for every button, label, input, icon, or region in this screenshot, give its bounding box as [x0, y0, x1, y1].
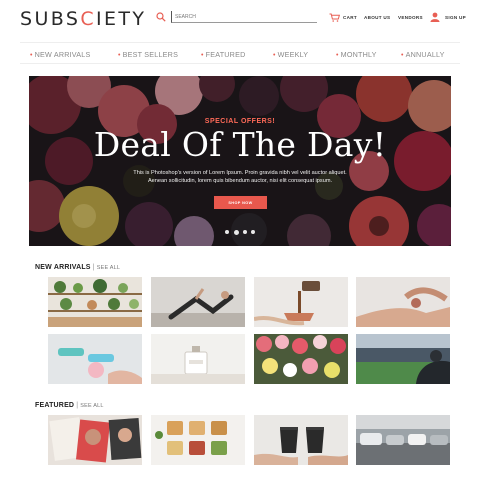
- nav-label: ANNUALLY: [405, 50, 445, 59]
- nav-annually[interactable]: • ANNUALLY: [401, 50, 445, 59]
- featured-heading: FEATURED | SEE ALL: [35, 402, 104, 409]
- carousel-dot[interactable]: [225, 230, 229, 234]
- product-tile-plant-shelf[interactable]: [48, 277, 142, 327]
- product-tile-stadium[interactable]: [356, 334, 450, 384]
- logo-text-accent: C: [80, 8, 97, 30]
- site-header: SUBSCIETY CART ABOUT US VENDORS SIGN UP: [0, 0, 480, 38]
- search-input[interactable]: [171, 11, 317, 23]
- section-title: NEW ARRIVALS: [35, 264, 91, 271]
- bullet-icon: •: [273, 52, 276, 59]
- product-tile-coffee-cups[interactable]: [254, 415, 348, 465]
- separator: |: [76, 402, 79, 409]
- carousel-dots: [225, 229, 257, 236]
- product-tile-hands[interactable]: [356, 277, 450, 327]
- nav-best-sellers[interactable]: • BEST SELLERS: [118, 50, 178, 59]
- hero-description: This is Photoshop's version of Lorem Ips…: [133, 170, 347, 184]
- about-us-link[interactable]: ABOUT US: [364, 15, 390, 20]
- section-title: FEATURED: [35, 402, 75, 409]
- hero-banner: SPECIAL OFFERS! Deal Of The Day! This is…: [29, 76, 451, 246]
- nav-label: FEATURED: [205, 50, 246, 59]
- separator: |: [92, 264, 95, 271]
- product-tile-flowers[interactable]: [254, 334, 348, 384]
- product-tile-cars[interactable]: [356, 415, 450, 465]
- product-tile-pouring-coffee[interactable]: [254, 277, 348, 327]
- hero-kicker: SPECIAL OFFERS!: [204, 118, 276, 125]
- bullet-icon: •: [118, 52, 121, 59]
- product-tile-magazines[interactable]: [48, 415, 142, 465]
- logo-text-end: IETY: [96, 8, 147, 30]
- cart-icon[interactable]: [329, 13, 340, 22]
- new-arrivals-heading: NEW ARRIVALS | SEE ALL: [35, 264, 120, 271]
- carousel-dot[interactable]: [251, 230, 255, 234]
- category-nav: • NEW ARRIVALS • BEST SELLERS • FEATURED • W…: [20, 42, 460, 64]
- see-all-link[interactable]: SEE ALL: [97, 265, 120, 271]
- carousel-dot[interactable]: [243, 230, 247, 234]
- hero-title: Deal Of The Day!: [93, 125, 387, 164]
- bullet-icon: •: [401, 52, 404, 59]
- site-logo[interactable]: SUBSCIETY: [20, 8, 146, 30]
- nav-label: BEST SELLERS: [122, 50, 179, 59]
- sign-up-link[interactable]: SIGN UP: [445, 15, 466, 20]
- nav-label: MONTHLY: [340, 50, 377, 59]
- nav-label: NEW ARRIVALS: [34, 50, 91, 59]
- cart-link[interactable]: CART: [343, 15, 357, 20]
- vendors-link[interactable]: VENDORS: [398, 15, 423, 20]
- carousel-dot-active[interactable]: [234, 229, 239, 235]
- user-icon[interactable]: [430, 12, 440, 22]
- shop-now-button[interactable]: SHOP NOW: [214, 196, 267, 209]
- nav-weekly[interactable]: • WEEKLY: [273, 50, 308, 59]
- see-all-link[interactable]: SEE ALL: [80, 403, 103, 409]
- product-tile-yoga[interactable]: [151, 277, 245, 327]
- product-tile-dumbbells[interactable]: [48, 334, 142, 384]
- nav-featured[interactable]: • FEATURED: [201, 50, 245, 59]
- logo-text-start: SUBS: [20, 8, 81, 30]
- bullet-icon: •: [201, 52, 204, 59]
- nav-monthly[interactable]: • MONTHLY: [336, 50, 377, 59]
- product-tile-toast[interactable]: [151, 415, 245, 465]
- search-icon[interactable]: [156, 12, 166, 22]
- nav-new-arrivals[interactable]: • NEW ARRIVALS: [30, 50, 90, 59]
- product-tile-perfume[interactable]: [151, 334, 245, 384]
- bullet-icon: •: [30, 52, 33, 59]
- nav-label: WEEKLY: [277, 50, 309, 59]
- bullet-icon: •: [336, 52, 339, 59]
